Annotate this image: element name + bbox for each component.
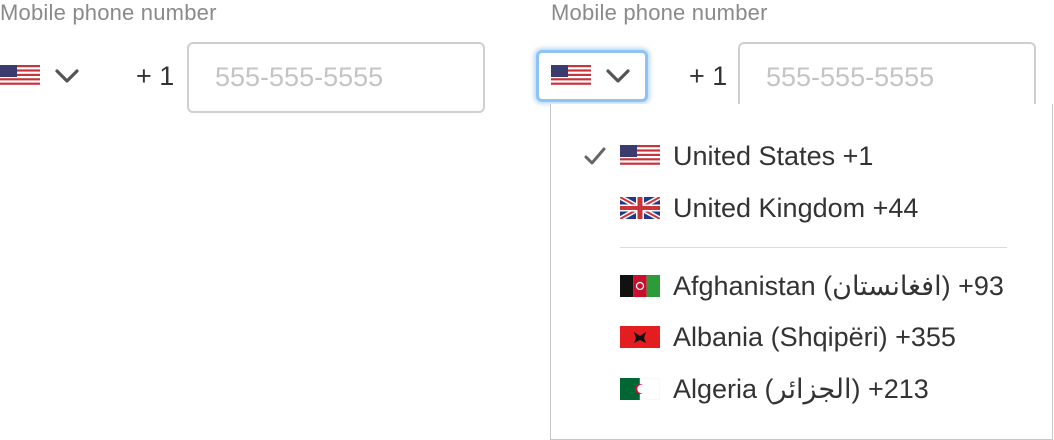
- chevron-down-icon: [605, 67, 631, 85]
- country-option-af[interactable]: Afghanistan (‫افغانستان‬‎) +93: [551, 261, 1052, 311]
- us-flag-icon: [620, 145, 660, 167]
- dz-flag-icon: [620, 378, 660, 400]
- country-option-label: United Kingdom +44: [673, 192, 919, 223]
- checkmark-icon: [583, 144, 607, 168]
- country-option-al[interactable]: Albania (Shqipëri) +355: [551, 312, 1052, 362]
- mobile-phone-label: Mobile phone number: [0, 0, 217, 25]
- dial-code: + 1: [136, 61, 175, 91]
- af-flag-icon: [620, 275, 660, 297]
- phone-number-input[interactable]: [738, 42, 1036, 113]
- phone-number-input[interactable]: [187, 42, 485, 113]
- country-option-label: United States +1: [673, 140, 874, 171]
- country-select-button[interactable]: [536, 50, 648, 102]
- us-flag-icon: [551, 65, 591, 87]
- dial-code: + 1: [689, 61, 728, 91]
- country-select-button[interactable]: [0, 48, 80, 104]
- country-option-label: Algeria (‫الجزائر‬‎) +213: [673, 373, 929, 404]
- uk-flag-icon: [620, 197, 660, 219]
- mobile-phone-label: Mobile phone number: [551, 0, 768, 25]
- country-option-uk[interactable]: United Kingdom +44: [551, 183, 1052, 233]
- country-dropdown: United States +1 United Kingdom +44 Afgh…: [550, 104, 1053, 440]
- us-flag-icon: [0, 65, 40, 87]
- country-option-label: Albania (Shqipëri) +355: [673, 321, 956, 352]
- country-option-label: Afghanistan (‫افغانستان‬‎) +93: [673, 270, 1004, 301]
- chevron-down-icon: [54, 67, 80, 85]
- country-option-us[interactable]: United States +1: [551, 131, 1052, 181]
- divider: [620, 247, 1007, 248]
- al-flag-icon: [620, 326, 660, 348]
- country-option-dz[interactable]: Algeria (‫الجزائر‬‎) +213: [551, 364, 1052, 414]
